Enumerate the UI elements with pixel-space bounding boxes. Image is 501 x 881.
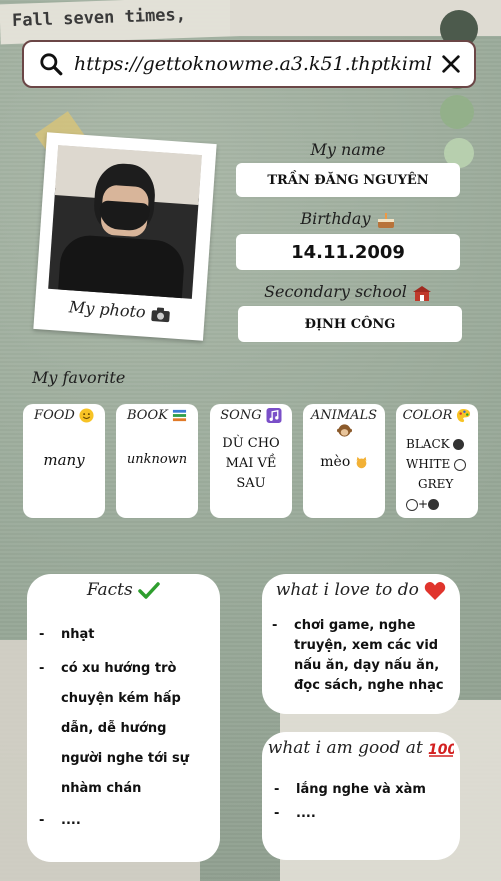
fact-item: có xu hướng trò chuyện kém hấp dẫn, dễ h… (39, 654, 211, 804)
love-panel: what i love to do chơi game, nghe truyện… (262, 574, 460, 714)
love-item: chơi game, nghe truyện, xem các vid nấu … (272, 616, 454, 696)
favorite-value-song: DÙ CHO MAI VỀ SAU (222, 436, 280, 491)
school-label: Secondary school (236, 282, 460, 302)
good-panel: what i am good at 100 lắng nghe và xàm .… (262, 732, 460, 860)
fact-item: .... (39, 806, 211, 836)
white-circle-icon (454, 458, 467, 471)
cake-icon (377, 212, 394, 228)
favorite-head-book: BOOK (116, 408, 198, 423)
books-icon (172, 409, 187, 422)
cat-icon (356, 456, 367, 468)
school-icon (412, 285, 431, 301)
favorite-value-book: unknown (126, 452, 188, 467)
search-icon (40, 53, 63, 76)
hundred-points-icon: 100 (428, 742, 454, 758)
photo-caption: My photo (34, 295, 205, 326)
good-item: .... (274, 802, 454, 826)
fact-item: nhạt (39, 620, 211, 650)
favorite-card-food: FOOD many (23, 404, 105, 518)
name-label: My name (310, 140, 386, 159)
facts-title: Facts (27, 580, 220, 600)
favorite-head-color: COLOR (396, 408, 478, 423)
decorative-circle (440, 95, 474, 129)
favorite-head-food: FOOD (23, 408, 105, 423)
school-value: ĐỊNH CÔNG (238, 306, 462, 342)
favorites-title: My favorite (32, 368, 126, 387)
color-list: BLACK WHITE GREY + (406, 434, 467, 514)
love-title: what i love to do (262, 580, 460, 601)
color-grey: GREY (418, 477, 454, 491)
favorite-head-song: SONG (210, 408, 292, 423)
smile-icon (79, 408, 94, 423)
color-mix: + (406, 494, 466, 514)
facts-panel: Facts nhạt có xu hướng trò chuyện kém hấ… (27, 574, 220, 862)
black-circle-icon (428, 499, 440, 510)
birthday-value: 14.11.2009 (236, 234, 460, 270)
good-list: lắng nghe và xàm .... (274, 778, 454, 826)
good-item: lắng nghe và xàm (274, 778, 454, 802)
monkey-icon (336, 424, 352, 437)
url-text[interactable]: https://gettoknowme.a3.k51.thptkimlien (74, 53, 432, 75)
good-title: what i am good at 100 (262, 738, 460, 758)
favorite-card-book: BOOK unknown (116, 404, 198, 518)
black-circle-icon (453, 439, 465, 450)
facts-list: nhạt có xu hướng trò chuyện kém hấp dẫn,… (39, 620, 211, 836)
profile-photo (48, 145, 202, 299)
favorite-value-food: many (43, 451, 85, 469)
white-circle-icon (406, 498, 418, 511)
palette-icon (457, 408, 471, 423)
favorite-card-color: COLOR BLACK WHITE GREY + (396, 404, 478, 518)
search-bar[interactable]: https://gettoknowme.a3.k51.thptkimlien (22, 40, 476, 88)
color-black: BLACK (406, 434, 466, 454)
music-icon (266, 408, 282, 423)
camera-icon (151, 306, 170, 322)
color-white: WHITE (406, 454, 467, 474)
favorite-head-animals: ANIMALS (303, 408, 385, 438)
check-icon (138, 581, 160, 599)
favorite-card-animals: ANIMALS mèo (303, 404, 385, 518)
name-value: TRẦN ĐĂNG NGUYÊN (236, 163, 460, 197)
heart-icon (425, 581, 446, 600)
photo-frame: My photo (33, 132, 217, 341)
favorite-card-song: SONG DÙ CHO MAI VỀ SAU (210, 404, 292, 518)
favorite-value-animals: mèo (307, 452, 381, 472)
close-icon[interactable] (440, 53, 462, 75)
love-list: chơi game, nghe truyện, xem các vid nấu … (272, 616, 454, 696)
birthday-label: Birthday (236, 209, 460, 229)
